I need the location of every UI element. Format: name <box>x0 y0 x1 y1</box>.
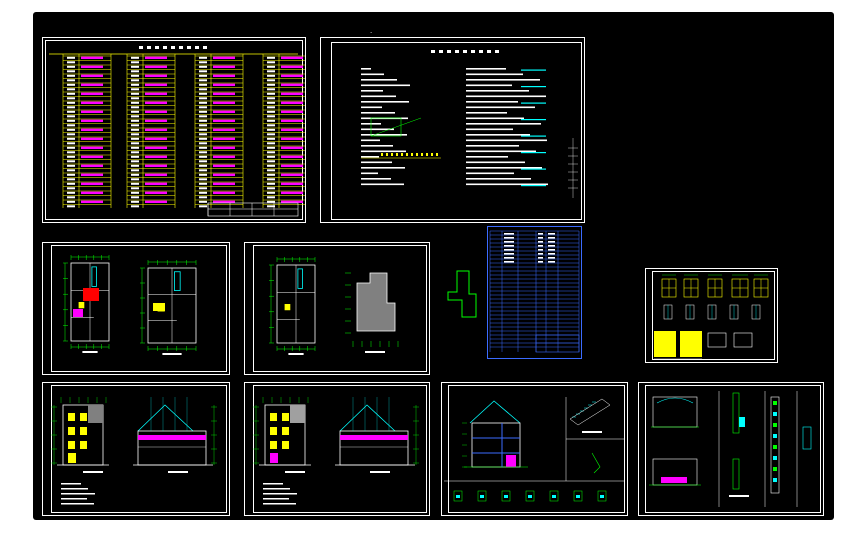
roof-plan-graphic <box>269 257 399 355</box>
wall-detail-graphic <box>649 391 812 507</box>
floor-plan-graphic <box>63 255 197 355</box>
index-table-graphic <box>49 46 305 217</box>
door-window-graphic <box>654 274 769 360</box>
sheet-door-window-schedule[interactable] <box>487 226 582 359</box>
sheet-drawing-index[interactable] <box>42 37 306 223</box>
site-outline[interactable] <box>443 270 477 320</box>
sheet-elevations-1[interactable] <box>42 382 230 516</box>
sheet-floor-plans-3-roof[interactable] <box>244 242 430 375</box>
sheet-elevations-2[interactable] <box>244 382 430 516</box>
sheet-floor-plans-1-2[interactable] <box>42 242 230 375</box>
elevation-graphic <box>51 397 217 505</box>
sheet-design-notes[interactable] <box>320 37 585 223</box>
cursor-mark: . <box>370 27 373 35</box>
cad-model-space: . <box>33 12 834 520</box>
elevation-graphic <box>253 397 419 505</box>
sheet-section-stair[interactable] <box>441 382 628 516</box>
notes-graphic <box>361 50 578 198</box>
schedule-graphic <box>489 230 580 353</box>
section-graphic <box>444 397 625 502</box>
sheet-wall-details[interactable] <box>638 382 824 516</box>
sheet-door-window-details[interactable] <box>645 268 778 363</box>
